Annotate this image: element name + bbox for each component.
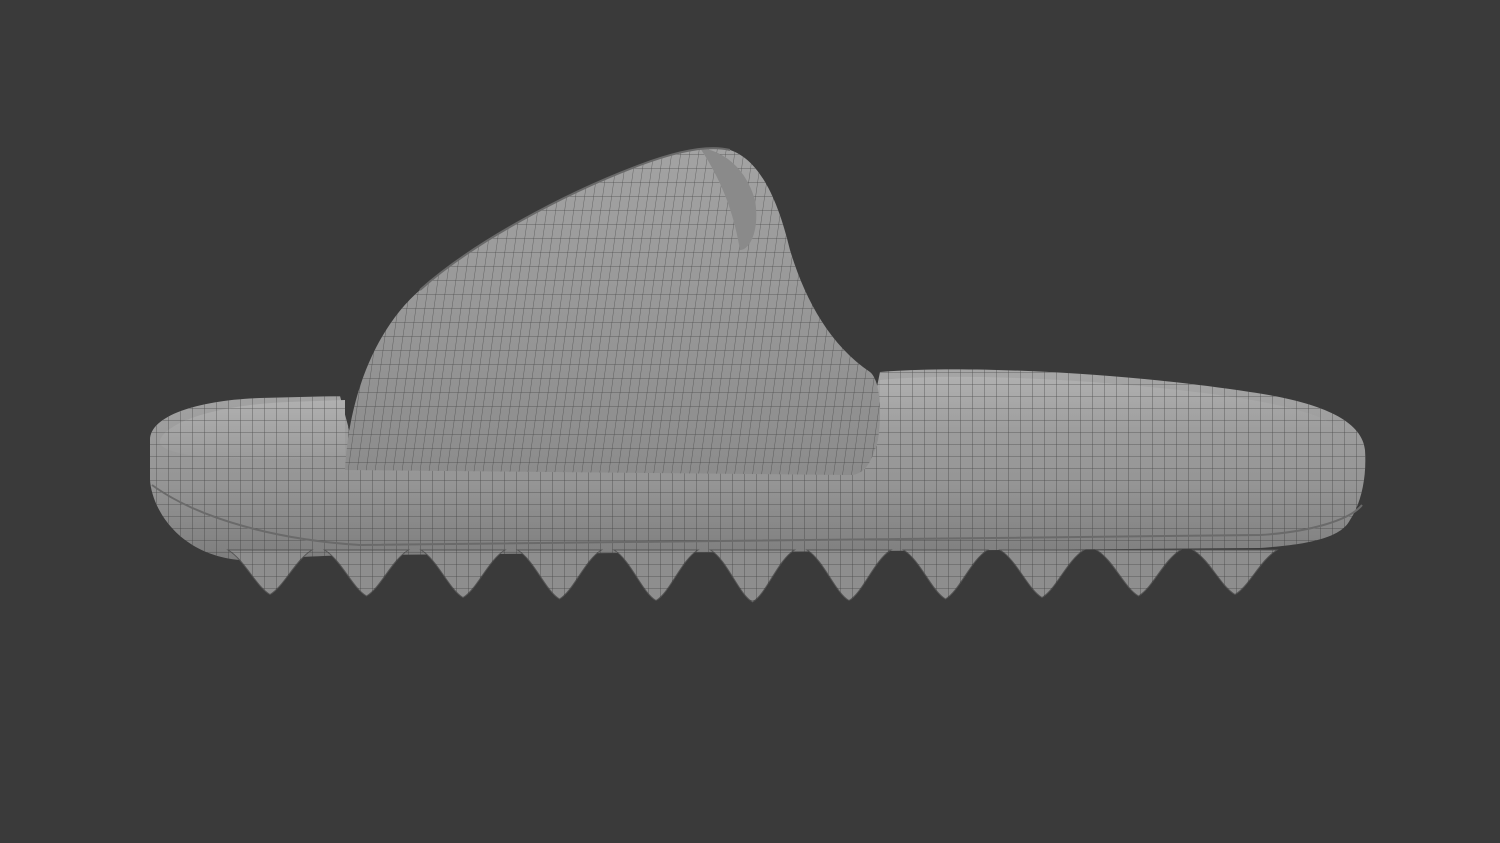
tread-lug-wire xyxy=(1000,550,1084,598)
tread-lugs xyxy=(226,549,1279,603)
strap xyxy=(345,147,880,475)
tread-lug-wire xyxy=(228,550,312,595)
tread-lug-wire xyxy=(1096,550,1181,596)
tread-lug-wire xyxy=(710,550,795,602)
sandal-model[interactable] xyxy=(0,0,1500,843)
tread-lug-wire xyxy=(421,550,505,598)
tread-lug-wire xyxy=(903,550,988,599)
3d-viewport[interactable] xyxy=(0,0,1500,843)
tread-lug-wire xyxy=(807,550,891,601)
tread-lug-wire xyxy=(1193,550,1277,595)
tread-lug-wire xyxy=(324,550,409,596)
tread-lug-wire xyxy=(517,550,602,599)
tread-lug-wire xyxy=(614,550,698,601)
